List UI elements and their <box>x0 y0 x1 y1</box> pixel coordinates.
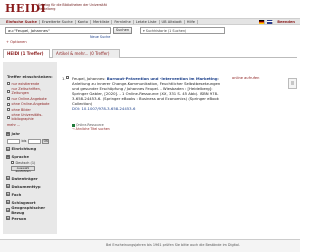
apply-selection-button[interactable]: Auswahl ausführen <box>11 166 35 173</box>
top-navigation: Einfache Suche Erweiterte Suche Konto Me… <box>0 18 300 25</box>
nav-account[interactable]: Konto <box>76 19 91 24</box>
catalog-subtitle: Katalog für die Bibliotheken der Univers… <box>38 3 107 12</box>
checkbox-icon[interactable] <box>7 102 10 106</box>
search-input[interactable]: au:"Feupel, Johannes" <box>5 27 111 34</box>
checkbox-icon[interactable] <box>7 97 10 101</box>
plus-icon[interactable]: + <box>6 176 10 181</box>
limit-more-link[interactable]: mehr ... <box>3 122 57 127</box>
result-citation: Feupel, Johannes: Burnout-Prävention und… <box>72 76 222 111</box>
plus-icon[interactable]: + <box>6 208 10 213</box>
facet-doctype[interactable]: + Dokumenttyp <box>3 182 57 190</box>
new-search-link[interactable]: Neue Suche <box>90 35 110 39</box>
english-flag-icon[interactable] <box>267 19 274 24</box>
plus-icon[interactable]: + <box>6 200 10 205</box>
nav-last-list[interactable]: Letzte Liste <box>134 19 160 24</box>
year-to-input[interactable] <box>27 138 41 144</box>
nav-simple-search[interactable]: Einfache Suche <box>4 19 40 24</box>
tab-articles[interactable]: Artikel & mehr... (0 Treffer) <box>52 49 120 58</box>
footer-note: Bei Erscheinungsjahren bis 1961 prüfen S… <box>106 243 240 247</box>
facet-heading: Treffer einschränken: <box>7 74 53 79</box>
checkbox-icon[interactable] <box>11 161 14 165</box>
facet-medium[interactable]: + Datenträger <box>3 174 57 182</box>
nav-watchlist[interactable]: Merkliste <box>91 19 113 24</box>
checkbox-icon[interactable] <box>7 115 10 119</box>
similar-titles-link[interactable]: → Ähnliche Titel suchen <box>72 127 110 131</box>
year-range: bis OK <box>3 138 57 145</box>
nav-interlibrary-loan[interactable]: Fernleihe <box>112 19 134 24</box>
result-tabs: HEIDI (1 Treffer) Artikel & mehr... (0 T… <box>3 48 297 58</box>
limit-no-online[interactable]: ohne Online-Angebote <box>3 102 57 107</box>
result-checkbox[interactable] <box>66 76 69 79</box>
facet-geography[interactable]: + Geographischer Bezug <box>3 205 57 215</box>
facet-person[interactable]: + Person <box>3 214 57 222</box>
limit-no-bibliography[interactable]: ohne Universitäts-bibliographie <box>3 112 57 122</box>
minus-icon[interactable]: – <box>6 131 10 136</box>
online-access-link[interactable]: online aufrufen <box>232 76 259 80</box>
facet-language[interactable]: – Sprache <box>3 153 57 161</box>
search-button[interactable]: Suchen <box>113 27 132 34</box>
plus-icon[interactable]: + <box>6 184 10 189</box>
language-switch: Beenden <box>259 19 300 24</box>
nav-library-branch[interactable]: UB Altstadt <box>160 19 185 24</box>
cover-thumbnail[interactable] <box>288 78 297 89</box>
facet-year-heading[interactable]: – Jahr <box>3 130 57 138</box>
year-ok-button[interactable]: OK <box>42 138 50 144</box>
checkbox-icon[interactable] <box>7 108 10 112</box>
facet-sidebar: Treffer einschränken: nur existierende n… <box>3 62 57 234</box>
plus-icon[interactable]: + <box>6 216 10 221</box>
options-toggle[interactable]: + Optionen <box>6 40 27 44</box>
search-history-select[interactable]: ▾ Suchhistorie (1 Suchen) <box>140 27 225 34</box>
plus-icon[interactable]: + <box>6 146 10 151</box>
exit-button[interactable]: Beenden <box>275 20 297 24</box>
checkbox-icon[interactable] <box>7 82 10 86</box>
facet-subject[interactable]: + Fach <box>3 190 57 198</box>
checkbox-icon[interactable] <box>7 89 10 93</box>
plus-icon[interactable]: + <box>6 192 10 197</box>
nav-advanced-search[interactable]: Erweiterte Suche <box>40 19 76 24</box>
nav-help[interactable]: Hilfe <box>185 19 198 24</box>
result-details: : Anleitung zu innerer Change-Kommunikat… <box>72 76 221 106</box>
language-option-german[interactable]: Deutsch (1) <box>3 161 57 165</box>
german-flag-icon[interactable] <box>259 19 266 24</box>
result-badges: Online-Ressource → Ähnliche Titel suchen <box>72 123 110 131</box>
year-from-input[interactable] <box>7 138 20 144</box>
tab-heidi[interactable]: HEIDI (1 Treffer) <box>3 49 50 58</box>
result-doi-link[interactable]: DOI: 10.1007/978-3-658-24453-6 <box>72 106 135 111</box>
footer: Bei Erscheinungsjahren bis 1961 prüfen S… <box>0 239 300 252</box>
minus-icon[interactable]: – <box>6 154 10 159</box>
limit-journals[interactable]: nur Zeitschriften, Zeitungen <box>3 86 57 96</box>
facet-institution[interactable]: + Einrichtung <box>3 145 57 153</box>
